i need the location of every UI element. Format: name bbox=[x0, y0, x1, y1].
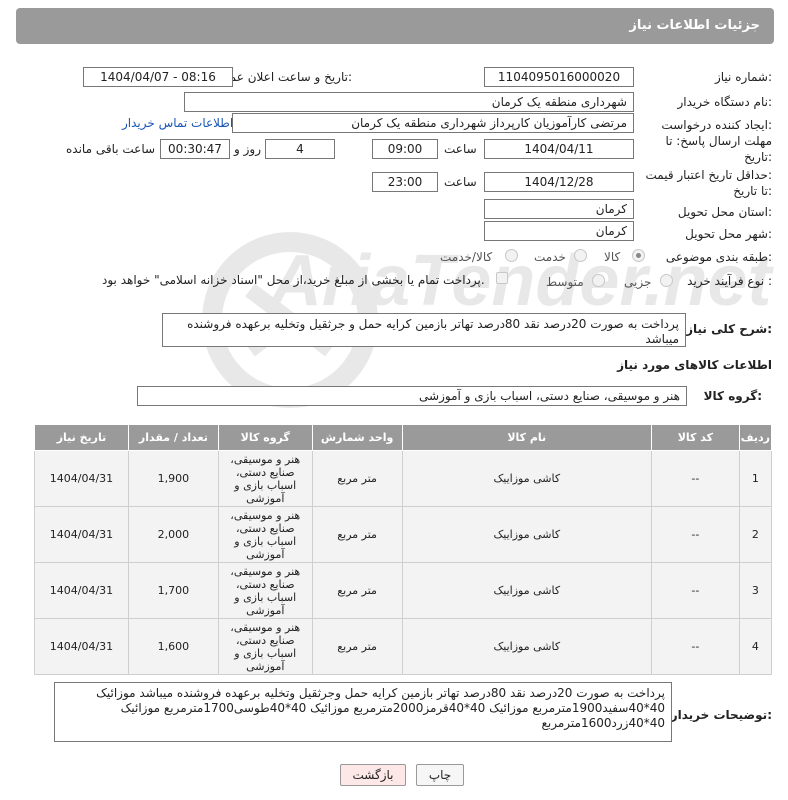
cell-qty: 2,000 bbox=[127, 506, 219, 563]
city-field: کرمان bbox=[484, 221, 634, 241]
validity-time-field: 23:00 bbox=[372, 172, 438, 192]
treasury-note: پرداخت تمام یا بخشی از مبلغ خرید،از محل … bbox=[102, 273, 485, 287]
process-radio-medium[interactable] bbox=[592, 274, 605, 287]
cell-qty: 1,600 bbox=[127, 618, 219, 675]
process-option-medium: متوسط bbox=[546, 275, 584, 289]
category-option-goods-service: کالا/خدمت bbox=[440, 250, 493, 264]
col-code: کد کالا bbox=[650, 424, 740, 451]
col-row: ردیف bbox=[738, 424, 773, 451]
buyer-org-label: نام دستگاه خریدار: bbox=[677, 95, 773, 109]
goods-group-field: هنر و موسیقی، صنایع دستی، اسباب بازی و آ… bbox=[137, 386, 687, 406]
cell-group: هنر و موسیقی، صنایع دستی، اسباب بازی و آ… bbox=[217, 562, 313, 619]
cell-group: هنر و موسیقی، صنایع دستی، اسباب بازی و آ… bbox=[217, 506, 313, 563]
days-label: روز و bbox=[234, 142, 261, 156]
cell-unit: متر مربع bbox=[311, 562, 403, 619]
process-label: نوع فرآیند خرید : bbox=[687, 274, 772, 288]
cell-date: 1404/04/31 bbox=[34, 450, 129, 507]
print-button[interactable]: چاپ bbox=[416, 764, 464, 786]
need-number-label: شماره نیاز: bbox=[714, 70, 772, 84]
table-row: 3 -- کاشی موزاییک متر مربع هنر و موسیقی،… bbox=[34, 562, 773, 619]
cell-date: 1404/04/31 bbox=[34, 618, 129, 675]
cell-name: کاشی موزاییک bbox=[401, 618, 652, 675]
col-date: تاریخ نیاز bbox=[34, 424, 129, 451]
col-unit: واحد شمارش bbox=[311, 424, 403, 451]
need-number-field: 1104095016000020 bbox=[484, 67, 634, 87]
table-row: 2 -- کاشی موزاییک متر مربع هنر و موسیقی،… bbox=[34, 506, 773, 563]
cell-row: 2 bbox=[738, 506, 773, 563]
process-radio-partial[interactable] bbox=[660, 274, 673, 287]
deadline-label-date: تاریخ: bbox=[744, 150, 772, 164]
deadline-date-field: 1404/04/11 bbox=[484, 139, 634, 159]
cell-group: هنر و موسیقی، صنایع دستی، اسباب بازی و آ… bbox=[217, 450, 313, 507]
table-header-row: ردیف کد کالا نام کالا واحد شمارش گروه کا… bbox=[34, 424, 773, 451]
category-radio-goods[interactable] bbox=[632, 249, 645, 262]
validity-label: حداقل تاریخ اعتبار قیمت: bbox=[645, 168, 772, 182]
page-title: جزئیات اطلاعات نیاز bbox=[629, 18, 760, 33]
cell-qty: 1,700 bbox=[127, 562, 219, 619]
province-label: استان محل تحویل: bbox=[677, 205, 772, 219]
announce-field: 1404/04/07 - 08:16 bbox=[83, 67, 233, 87]
remaining-time-field: 00:30:47 bbox=[160, 139, 230, 159]
cell-name: کاشی موزاییک bbox=[401, 562, 652, 619]
validity-label-date: تا تاریخ: bbox=[733, 184, 772, 198]
col-qty: تعداد / مقدار bbox=[127, 424, 219, 451]
col-group: گروه کالا bbox=[217, 424, 313, 451]
category-option-goods: کالا bbox=[604, 250, 621, 264]
days-remaining-field: 4 bbox=[265, 139, 335, 159]
cell-name: کاشی موزاییک bbox=[401, 450, 652, 507]
cell-unit: متر مربع bbox=[311, 506, 403, 563]
cell-unit: متر مربع bbox=[311, 618, 403, 675]
province-field: کرمان bbox=[484, 199, 634, 219]
buyer-org-field: شهرداری منطقه یک کرمان bbox=[184, 92, 634, 112]
buyer-notes-label: توضیحات خریدار: bbox=[670, 708, 772, 722]
cell-row: 1 bbox=[738, 450, 773, 507]
summary-field: پرداخت به صورت 20درصد نقد 80درصد تهاتر ب… bbox=[162, 313, 686, 347]
deadline-label: مهلت ارسال پاسخ: تا bbox=[665, 134, 772, 148]
page-header: جزئیات اطلاعات نیاز bbox=[16, 8, 774, 44]
items-table: ردیف کد کالا نام کالا واحد شمارش گروه کا… bbox=[34, 424, 773, 675]
cell-code: -- bbox=[650, 618, 740, 675]
creator-label: ایجاد کننده درخواست: bbox=[661, 118, 772, 132]
city-label: شهر محل تحویل: bbox=[685, 227, 772, 241]
table-row: 1 -- کاشی موزاییک متر مربع هنر و موسیقی،… bbox=[34, 450, 773, 507]
cell-row: 4 bbox=[738, 618, 773, 675]
cell-date: 1404/04/31 bbox=[34, 506, 129, 563]
cell-unit: متر مربع bbox=[311, 450, 403, 507]
deadline-time-field: 09:00 bbox=[372, 139, 438, 159]
validity-date-field: 1404/12/28 bbox=[484, 172, 634, 192]
summary-label: شرح کلی نیاز: bbox=[686, 322, 772, 336]
category-radio-service[interactable] bbox=[574, 249, 587, 262]
cell-date: 1404/04/31 bbox=[34, 562, 129, 619]
col-name: نام کالا bbox=[401, 424, 652, 451]
goods-info-title: اطلاعات کالاهای مورد نیاز bbox=[617, 358, 772, 372]
buyer-contact-link[interactable]: اطلاعات تماس خریدار bbox=[122, 116, 233, 130]
cell-code: -- bbox=[650, 562, 740, 619]
table-row: 4 -- کاشی موزاییک متر مربع هنر و موسیقی،… bbox=[34, 618, 773, 675]
treasury-checkbox[interactable] bbox=[496, 272, 508, 284]
buyer-notes-field: پرداخت به صورت 20درصد نقد 80درصد تهاتر ب… bbox=[54, 682, 672, 742]
deadline-time-label: ساعت bbox=[444, 142, 477, 156]
category-label: طبقه بندی موضوعی: bbox=[665, 250, 772, 264]
category-radio-goods-service[interactable] bbox=[505, 249, 518, 262]
cell-group: هنر و موسیقی، صنایع دستی، اسباب بازی و آ… bbox=[217, 618, 313, 675]
cell-code: -- bbox=[650, 506, 740, 563]
category-option-service: خدمت bbox=[534, 250, 566, 264]
remaining-time-label: ساعت باقی مانده bbox=[66, 142, 156, 156]
back-button[interactable]: بازگشت bbox=[340, 764, 406, 786]
cell-code: -- bbox=[650, 450, 740, 507]
creator-field: مرتضی کارآموزیان کارپرداز شهرداری منطقه … bbox=[232, 113, 634, 133]
process-option-partial: جزیی bbox=[624, 275, 652, 289]
cell-qty: 1,900 bbox=[127, 450, 219, 507]
validity-time-label: ساعت bbox=[444, 175, 477, 189]
cell-name: کاشی موزاییک bbox=[401, 506, 652, 563]
cell-row: 3 bbox=[738, 562, 773, 619]
goods-group-label: گروه کالا: bbox=[703, 389, 762, 403]
